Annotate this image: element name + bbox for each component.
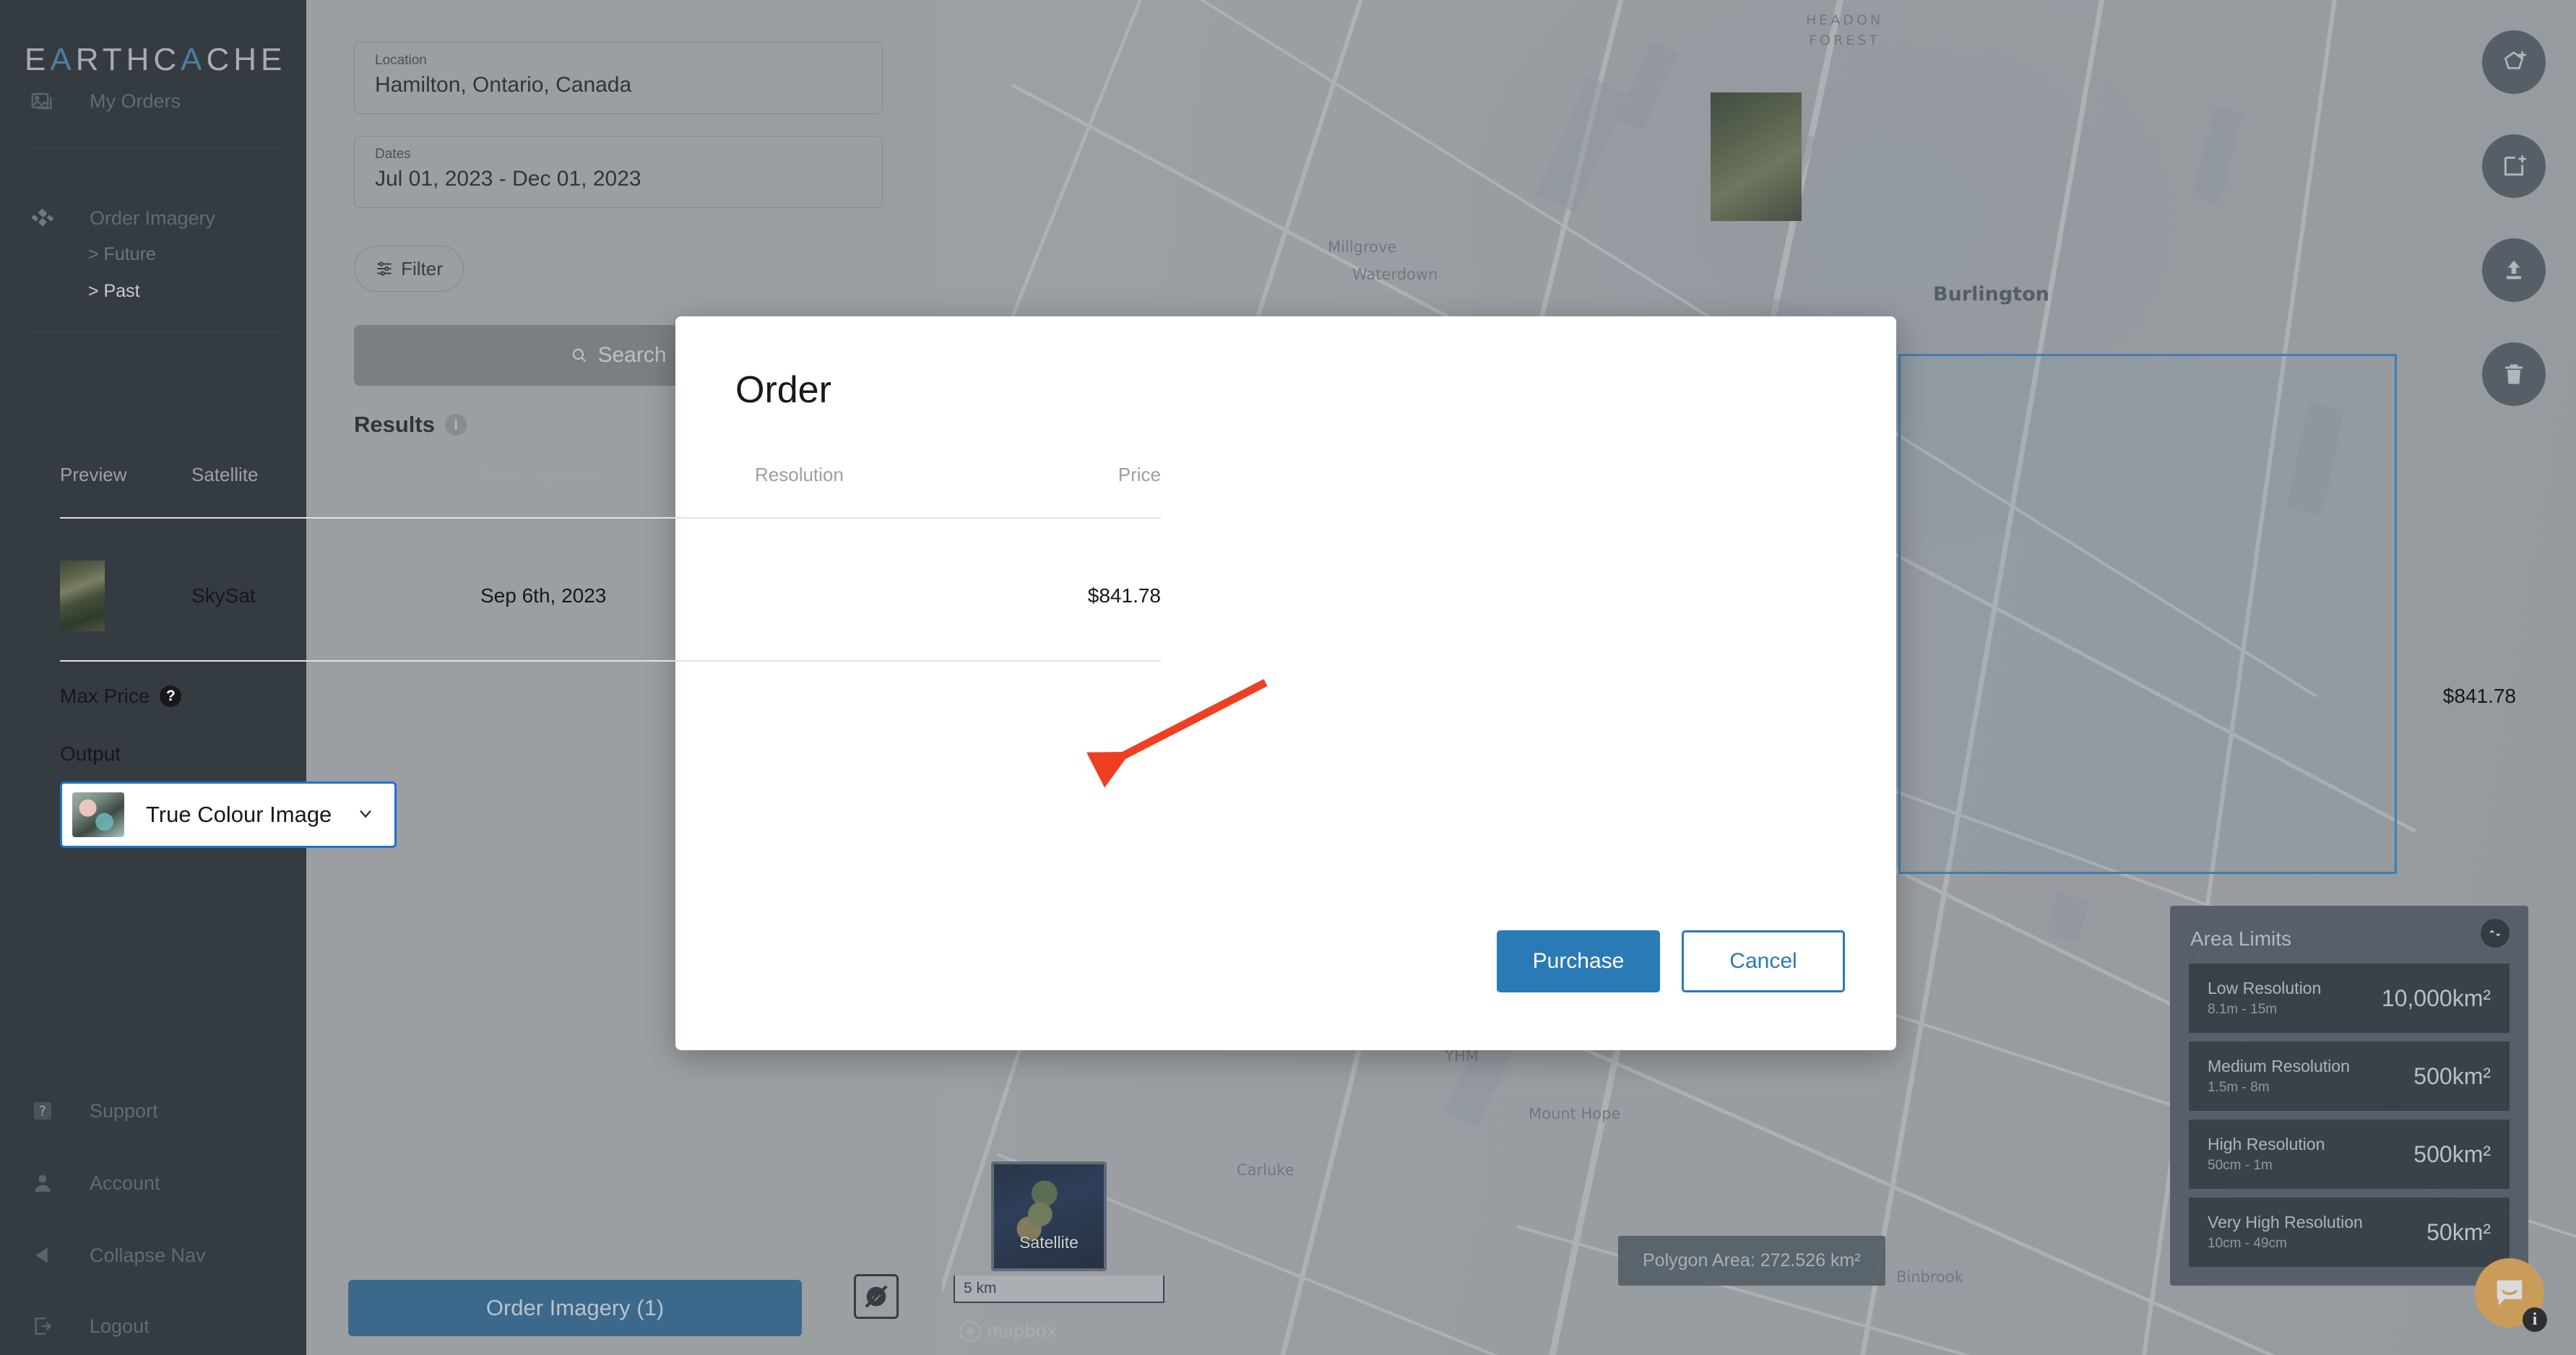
column-header-price: Price: [1118, 464, 1161, 485]
output-label: Output: [60, 743, 121, 765]
order-table-row: SkySat Sep 6th, 2023 $841.78: [60, 532, 1161, 660]
column-header-resolution: Resolution: [755, 464, 844, 485]
max-price-value: $841.78: [2442, 685, 2516, 707]
column-header-preview: Preview: [60, 464, 127, 485]
order-preview-thumbnail: [60, 560, 105, 631]
max-price-label: Max Price ?: [60, 685, 182, 708]
order-satellite-cell: SkySat: [191, 584, 256, 607]
chevron-down-icon: [355, 803, 376, 827]
purchase-button[interactable]: Purchase: [1497, 930, 1660, 992]
column-header-satellite: Satellite: [191, 464, 259, 485]
output-select[interactable]: True Colour Image: [60, 782, 397, 848]
modal-title: Order: [735, 369, 831, 411]
order-price-cell: $841.78: [1087, 584, 1161, 607]
max-price-help-icon[interactable]: ?: [160, 685, 182, 707]
table-separator: [60, 660, 1161, 662]
output-selected-value: True Colour Image: [146, 802, 332, 827]
column-header-date-captured: Date Captured: [480, 464, 603, 485]
output-swatch-icon: [72, 792, 124, 837]
cancel-button[interactable]: Cancel: [1682, 930, 1845, 992]
order-date-cell: Sep 6th, 2023: [480, 584, 607, 607]
order-table-header: Preview Satellite Date Captured Resoluti…: [60, 464, 1161, 486]
table-separator: [60, 517, 1161, 519]
app-root: HEADON FOREST Millgrove Waterdown Burling…: [0, 0, 2576, 1355]
order-preview-cell: [60, 560, 191, 631]
